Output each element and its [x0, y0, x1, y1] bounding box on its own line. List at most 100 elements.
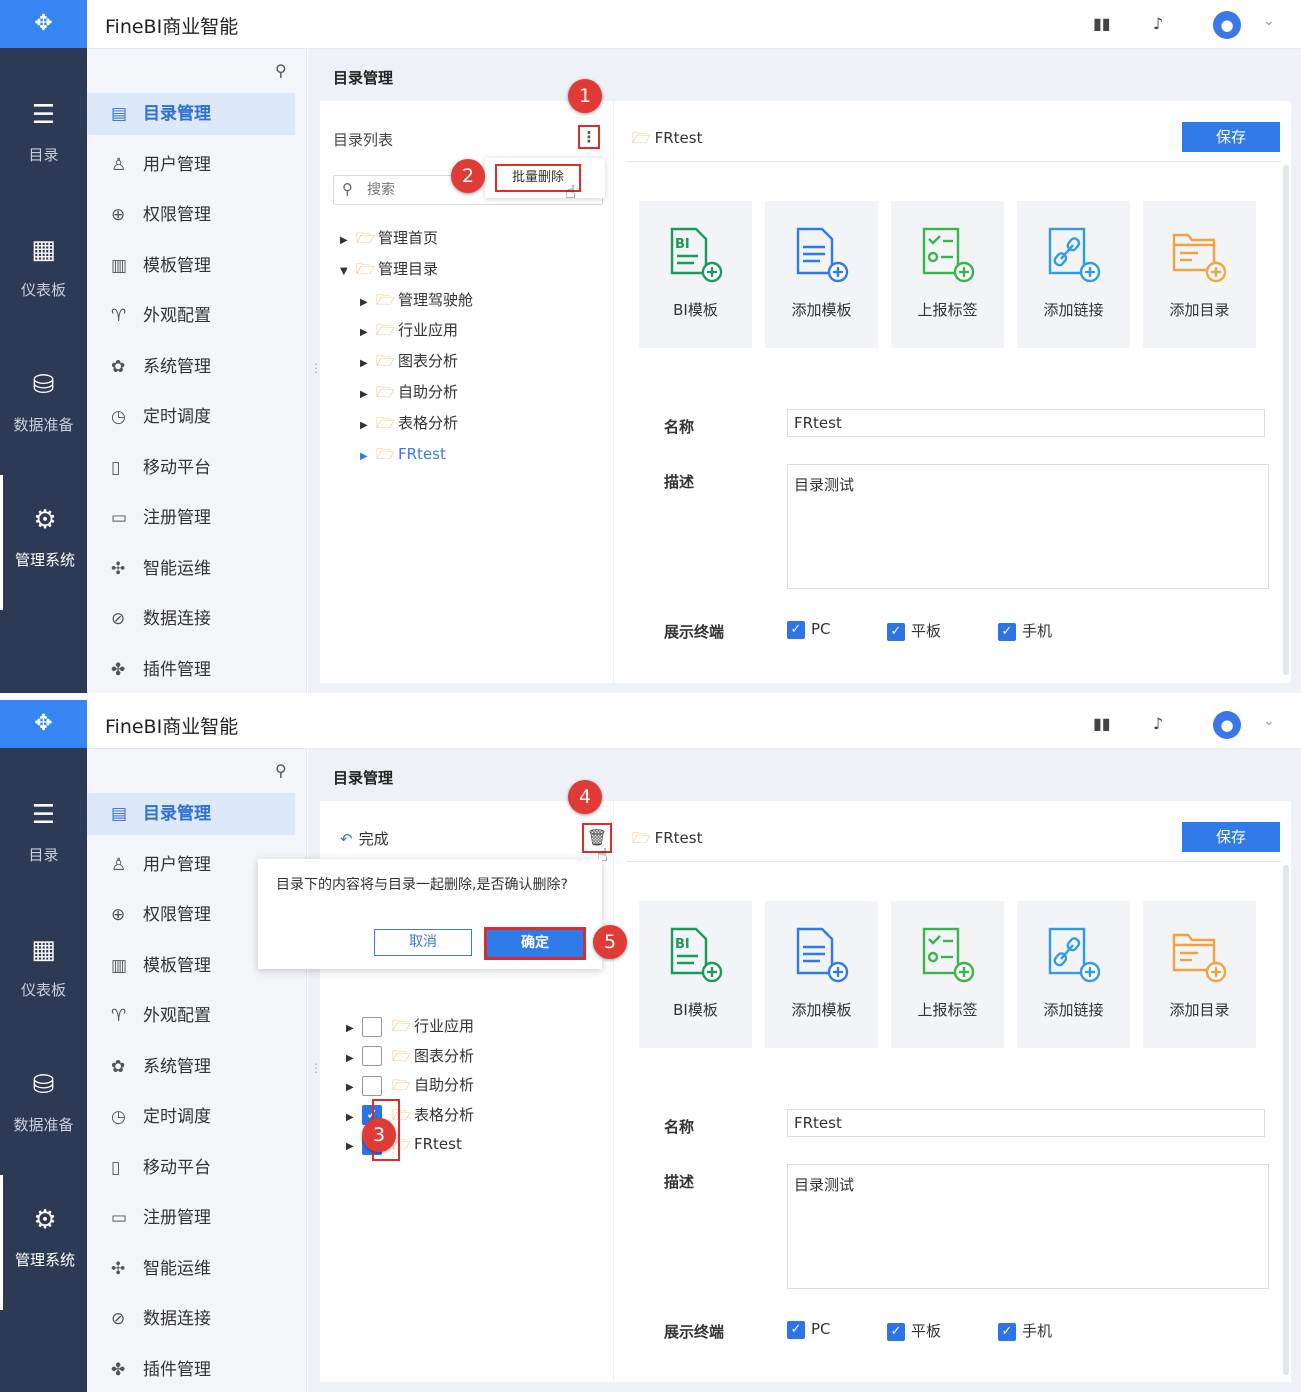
checkbox[interactable]: ✓ — [787, 620, 805, 639]
tree-row[interactable]: ▶ 🗁 表格分析 — [360, 410, 458, 436]
menu-item-8[interactable]: ▭ 注册管理 — [87, 497, 295, 539]
caret-right-icon[interactable]: ▶ — [360, 290, 376, 316]
menu-item-8[interactable]: ▭ 注册管理 — [87, 1197, 295, 1239]
chevron-down-icon[interactable]: ⌄ — [1263, 13, 1275, 29]
card-3[interactable]: 添加链接 — [1017, 901, 1130, 1048]
scrollbar[interactable] — [1283, 865, 1289, 1375]
caret-right-icon[interactable]: ▶ — [346, 1016, 362, 1042]
card-4[interactable]: 添加目录 — [1143, 201, 1256, 348]
user-avatar[interactable]: ● — [1213, 11, 1241, 39]
checkbox[interactable]: ✓ — [998, 622, 1016, 641]
pin-icon[interactable]: ⚲ — [275, 761, 287, 780]
tree-row[interactable]: ▶ 🗁 图表分析 — [360, 348, 458, 374]
checkbox[interactable]: ✓ — [887, 622, 905, 641]
caret-right-icon[interactable]: ▶ — [346, 1105, 362, 1131]
tree-row[interactable]: ▶ 🗁 FRtest — [360, 441, 446, 467]
menu-item-9[interactable]: ✣ 智能运维 — [87, 548, 295, 590]
rail-item-1[interactable]: ▦ 仪表板 — [0, 905, 87, 1040]
caret-right-icon[interactable]: ▶ — [360, 382, 376, 408]
menu-item-6[interactable]: ◷ 定时调度 — [87, 396, 295, 438]
bell-icon[interactable]: ♪ — [1153, 714, 1163, 733]
card-4[interactable]: 添加目录 — [1143, 901, 1256, 1048]
tree-row[interactable]: ▶ 🗁 行业应用 — [346, 1013, 474, 1039]
rail-item-3[interactable]: ⚙ 管理系统 — [0, 1175, 87, 1310]
menu-item-1[interactable]: ♙ 用户管理 — [87, 144, 295, 186]
menu-item-7[interactable]: ▯ 移动平台 — [87, 447, 295, 489]
card-0[interactable]: BI BI模板 — [639, 201, 752, 348]
caret-right-icon[interactable]: ▶ — [346, 1134, 362, 1160]
more-options-icon[interactable]: ⋮ — [578, 125, 600, 149]
scrollbar[interactable] — [1283, 165, 1289, 675]
tree-row[interactable]: ▶ 🗁 管理首页 — [340, 225, 438, 251]
book-icon[interactable]: ▮▮ — [1093, 14, 1111, 33]
bell-icon[interactable]: ♪ — [1153, 14, 1163, 33]
rail-item-2[interactable]: ⛁ 数据准备 — [0, 340, 87, 475]
rail-item-0[interactable]: ☰ 目录 — [0, 70, 87, 205]
row-checkbox[interactable] — [362, 1046, 382, 1066]
caret-right-icon[interactable]: ▶ — [360, 413, 376, 439]
logo-icon[interactable]: ✥ — [0, 700, 87, 748]
menu-item-10[interactable]: ⊘ 数据连接 — [87, 598, 295, 640]
terminal-checkbox[interactable]: ✓ 平板 — [887, 620, 941, 641]
menu-item-4[interactable]: ♈ 外观配置 — [87, 295, 295, 337]
row-checkbox[interactable] — [362, 1016, 382, 1037]
menu-item-11[interactable]: ✤ 插件管理 — [87, 649, 295, 691]
name-field[interactable]: FRtest — [787, 1109, 1265, 1137]
checkbox[interactable]: ✓ — [998, 1322, 1016, 1341]
user-avatar[interactable]: ● — [1213, 711, 1241, 739]
chevron-down-icon[interactable]: ⌄ — [1263, 713, 1275, 729]
terminal-checkbox[interactable]: ✓ 平板 — [887, 1320, 941, 1341]
menu-item-0[interactable]: ▤ 目录管理 — [87, 793, 295, 835]
tree-row[interactable]: ▶ 🗁 管理驾驶舱 — [360, 287, 473, 313]
card-3[interactable]: 添加链接 — [1017, 201, 1130, 348]
row-checkbox[interactable] — [362, 1075, 382, 1096]
save-button[interactable]: 保存 — [1182, 122, 1280, 152]
rail-item-0[interactable]: ☰ 目录 — [0, 770, 87, 905]
caret-right-icon[interactable]: ▶ — [346, 1046, 362, 1072]
book-icon[interactable]: ▮▮ — [1093, 714, 1111, 733]
rail-item-2[interactable]: ⛁ 数据准备 — [0, 1040, 87, 1175]
tree-row[interactable]: ▶ 🗁 图表分析 — [346, 1043, 474, 1069]
menu-item-6[interactable]: ◷ 定时调度 — [87, 1096, 295, 1138]
checkbox[interactable]: ✓ — [787, 1320, 805, 1339]
caret-right-icon[interactable]: ▶ — [360, 444, 376, 470]
rail-item-3[interactable]: ⚙ 管理系统 — [0, 475, 87, 610]
rail-item-1[interactable]: ▦ 仪表板 — [0, 205, 87, 340]
done-button[interactable]: ↶ 完成 — [340, 828, 389, 849]
confirm-button[interactable]: 确定 — [484, 927, 586, 960]
menu-item-5[interactable]: ✿ 系统管理 — [87, 346, 295, 388]
name-field[interactable]: FRtest — [787, 409, 1265, 437]
card-2[interactable]: 上报标签 — [891, 201, 1004, 348]
menu-item-9[interactable]: ✣ 智能运维 — [87, 1248, 295, 1290]
card-1[interactable]: 添加模板 — [765, 901, 878, 1048]
caret-right-icon[interactable]: ▶ — [340, 228, 356, 254]
menu-item-5[interactable]: ✿ 系统管理 — [87, 1046, 295, 1088]
pin-icon[interactable]: ⚲ — [275, 61, 287, 80]
menu-item-4[interactable]: ♈ 外观配置 — [87, 995, 295, 1037]
menu-item-11[interactable]: ✤ 插件管理 — [87, 1349, 295, 1391]
card-1[interactable]: 添加模板 — [765, 201, 878, 348]
tree-row[interactable]: ▶ 🗁 自助分析 — [360, 379, 458, 405]
caret-right-icon[interactable]: ▶ — [360, 351, 376, 377]
logo-icon[interactable]: ✥ — [0, 0, 87, 48]
menu-item-10[interactable]: ⊘ 数据连接 — [87, 1298, 295, 1340]
terminal-checkbox[interactable]: ✓ PC — [787, 620, 831, 639]
menu-item-0[interactable]: ▤ 目录管理 — [87, 93, 295, 135]
card-0[interactable]: BI BI模板 — [639, 901, 752, 1048]
cancel-button[interactable]: 取消 — [374, 929, 472, 956]
terminal-checkbox[interactable]: ✓ 手机 — [998, 1320, 1052, 1341]
save-button[interactable]: 保存 — [1182, 822, 1280, 852]
caret-right-icon[interactable]: ▶ — [346, 1075, 362, 1101]
menu-item-2[interactable]: ⊕ 权限管理 — [87, 194, 295, 236]
tree-row[interactable]: ▶ 🗁 自助分析 — [346, 1072, 474, 1098]
menu-item-3[interactable]: ▥ 模板管理 — [87, 245, 295, 287]
menu-item-7[interactable]: ▯ 移动平台 — [87, 1147, 295, 1189]
card-2[interactable]: 上报标签 — [891, 901, 1004, 1048]
tree-row[interactable]: ▶ 🗁 行业应用 — [360, 317, 458, 343]
tree-row[interactable]: ▼ 🗁 管理目录 — [340, 256, 438, 282]
desc-field[interactable]: 目录测试 — [787, 464, 1269, 589]
desc-field[interactable]: 目录测试 — [787, 1164, 1269, 1289]
checkbox[interactable]: ✓ — [887, 1322, 905, 1341]
terminal-checkbox[interactable]: ✓ 手机 — [998, 620, 1052, 641]
caret-down-icon[interactable]: ▼ — [340, 259, 356, 285]
